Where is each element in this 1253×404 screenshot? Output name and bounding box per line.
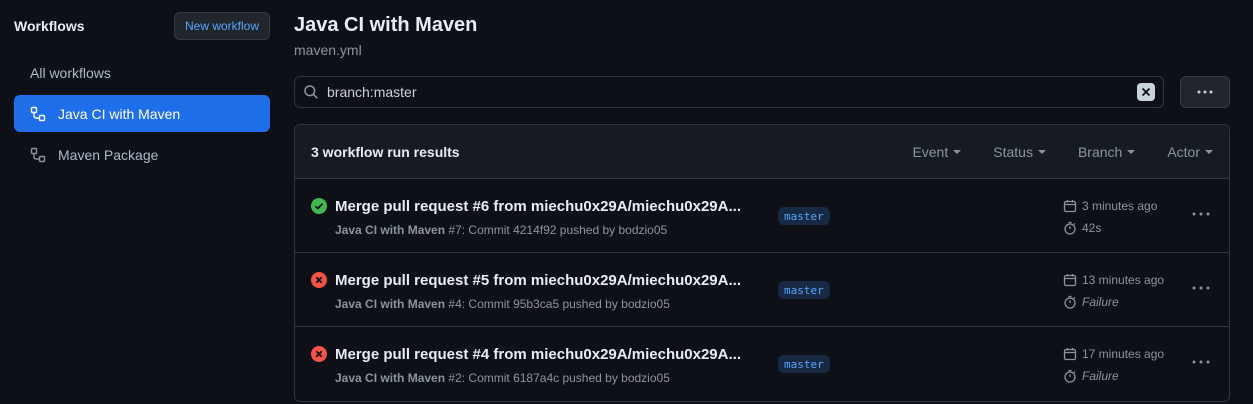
filter-branch-dropdown[interactable]: Branch	[1077, 143, 1136, 160]
kebab-horizontal-icon	[1192, 286, 1210, 290]
run-duration-label: 42s	[1082, 221, 1102, 235]
run-workflow-name: Java CI with Maven	[335, 371, 446, 385]
run-title-link[interactable]: Merge pull request #4 from miechu0x29A/m…	[335, 346, 741, 363]
workflows-sidebar: Workflows New workflow All workflows Jav…	[14, 12, 270, 177]
new-workflow-button[interactable]: New workflow	[173, 12, 270, 40]
sidebar-item-java-ci-with-maven[interactable]: Java CI with Maven	[14, 95, 270, 132]
branch-tag[interactable]: master	[778, 355, 830, 373]
kebab-horizontal-icon	[1192, 212, 1210, 216]
calendar-icon	[1063, 273, 1077, 287]
sidebar-item-maven-package[interactable]: Maven Package	[14, 136, 270, 173]
filter-label: Actor	[1167, 143, 1200, 160]
filter-status-dropdown[interactable]: Status	[993, 144, 1046, 160]
branch-tag[interactable]: master	[778, 281, 830, 299]
workflow-icon	[30, 147, 46, 163]
run-label: #4: Commit 95b3ca5 pushed by bodzio05	[448, 297, 670, 311]
sidebar-item-label: Maven Package	[58, 146, 159, 163]
run-workflow-name: Java CI with Maven	[335, 223, 446, 237]
filter-label: Event	[912, 143, 949, 160]
more-options-button[interactable]	[1180, 76, 1230, 108]
filter-label: Branch	[1077, 143, 1123, 160]
chevron-down-icon	[953, 149, 962, 154]
calendar-icon	[1063, 347, 1077, 361]
run-time-label: 3 minutes ago	[1082, 199, 1158, 213]
run-duration: Failure	[1063, 295, 1119, 309]
filter-event-dropdown[interactable]: Event	[912, 143, 962, 160]
clear-search-button[interactable]	[1137, 83, 1155, 101]
run-label: #2: Commit 6187a4c pushed by bodzio05	[448, 371, 670, 385]
run-meta: Java CI with Maven #7: Commit 4214f92 pu…	[335, 223, 667, 237]
chevron-down-icon	[1205, 149, 1213, 154]
workflow-run-row[interactable]: Merge pull request #5 from miechu0x29A/m…	[295, 253, 1229, 327]
workflow-icon	[30, 106, 46, 122]
workflow-run-row[interactable]: Merge pull request #6 from miechu0x29A/m…	[295, 179, 1229, 253]
search-icon	[303, 84, 319, 100]
filter-row	[294, 76, 1230, 108]
workflow-file-link[interactable]: maven.yml	[294, 42, 1230, 58]
run-time: 17 minutes ago	[1063, 347, 1164, 361]
kebab-horizontal-icon	[1192, 360, 1210, 364]
run-duration-label: Failure	[1082, 295, 1119, 309]
workflow-nav: All workflows Java CI with Maven Maven P…	[14, 54, 270, 173]
filter-dropdowns: Event Status Branch Actor	[880, 144, 1213, 160]
stopwatch-icon	[1063, 221, 1077, 235]
filter-actor-dropdown[interactable]: Actor	[1167, 144, 1213, 160]
run-time-label: 13 minutes ago	[1082, 273, 1165, 287]
run-time-label: 17 minutes ago	[1082, 347, 1165, 361]
failure-x-icon	[311, 272, 327, 288]
kebab-horizontal-icon	[1197, 90, 1213, 94]
chevron-down-icon	[1127, 149, 1136, 154]
run-time: 3 minutes ago	[1063, 199, 1157, 213]
calendar-icon	[1063, 199, 1077, 213]
failure-x-icon	[311, 346, 327, 362]
run-duration: 42s	[1063, 221, 1101, 235]
run-menu-button[interactable]	[1189, 353, 1213, 371]
run-duration-label: Failure	[1082, 369, 1119, 383]
run-time: 13 minutes ago	[1063, 273, 1164, 287]
success-check-icon	[311, 198, 327, 214]
sidebar-item-label: Java CI with Maven	[58, 105, 181, 122]
sidebar-item-label: All workflows	[30, 64, 111, 81]
branch-tag[interactable]: master	[778, 207, 830, 225]
run-title-link[interactable]: Merge pull request #6 from miechu0x29A/m…	[335, 198, 741, 215]
filter-label: Status	[993, 143, 1033, 160]
results-count: 3 workflow run results	[311, 143, 460, 160]
workflow-runs-list: 3 workflow run results Event Status Bran…	[294, 124, 1230, 402]
run-meta: Java CI with Maven #4: Commit 95b3ca5 pu…	[335, 297, 670, 311]
run-title-link[interactable]: Merge pull request #5 from miechu0x29A/m…	[335, 272, 741, 289]
run-meta: Java CI with Maven #2: Commit 6187a4c pu…	[335, 371, 670, 385]
sidebar-title: Workflows	[14, 18, 85, 34]
workflow-run-row[interactable]: Merge pull request #4 from miechu0x29A/m…	[295, 327, 1229, 401]
close-icon	[1141, 87, 1151, 97]
stopwatch-icon	[1063, 369, 1077, 383]
run-workflow-name: Java CI with Maven	[335, 297, 446, 311]
search-box	[294, 76, 1164, 108]
results-header: 3 workflow run results Event Status Bran…	[295, 125, 1229, 179]
sidebar-item-all-workflows[interactable]: All workflows	[14, 54, 270, 91]
chevron-down-icon	[1037, 149, 1046, 154]
sidebar-header: Workflows New workflow	[14, 12, 270, 40]
search-input[interactable]	[327, 84, 1137, 100]
run-label: #7: Commit 4214f92 pushed by bodzio05	[448, 223, 668, 237]
workflow-main: Java CI with Maven maven.yml branch:mast…	[294, 12, 1230, 402]
stopwatch-icon	[1063, 295, 1077, 309]
run-menu-button[interactable]	[1189, 279, 1213, 297]
run-duration: Failure	[1063, 369, 1119, 383]
page-title: Java CI with Maven	[294, 14, 478, 36]
run-menu-button[interactable]	[1189, 205, 1213, 223]
